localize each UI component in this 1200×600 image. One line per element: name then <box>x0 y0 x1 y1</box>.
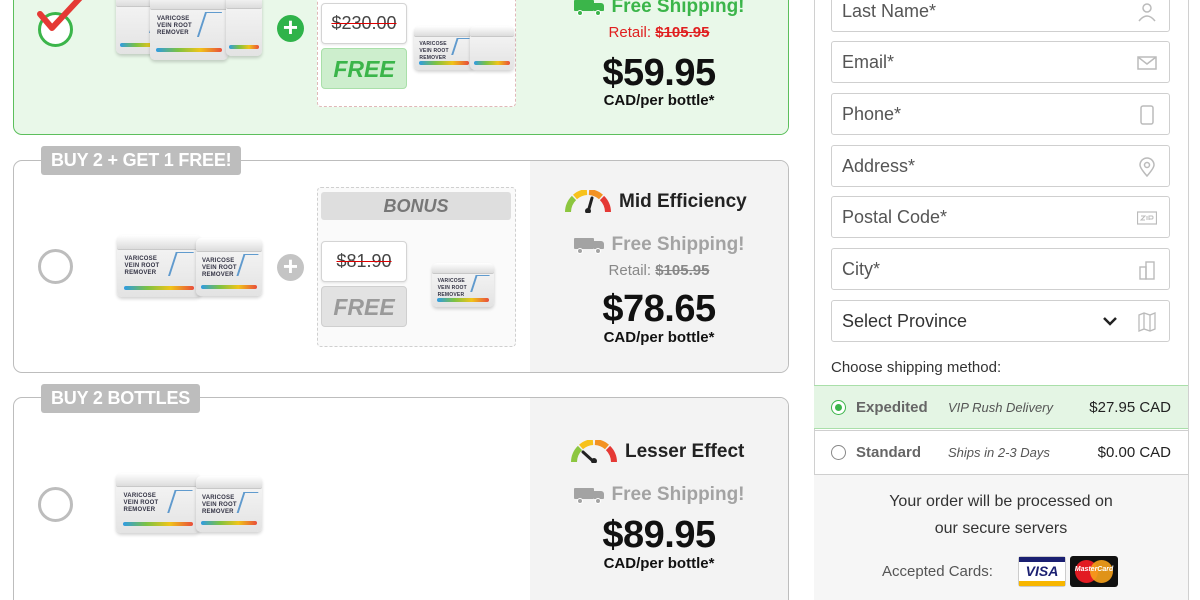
gauge-icon <box>571 440 617 463</box>
bonus-jar: VARICOSE VEIN ROOT REMOVER <box>432 263 494 307</box>
package-tab: BUY 2 BOTTLES <box>41 384 201 413</box>
city-field <box>831 248 1170 290</box>
map-icon <box>1138 312 1156 332</box>
package-price: $78.65 <box>602 288 716 330</box>
shipping-method-title: Choose shipping method: <box>831 359 1002 376</box>
phone-icon <box>1140 105 1154 125</box>
last-name-input[interactable] <box>832 0 1122 31</box>
truck-icon <box>573 0 606 16</box>
retail-value: $105.95 <box>655 262 710 279</box>
free-label: FREE <box>321 286 407 327</box>
accepted-cards-label: Accepted Cards: <box>882 563 993 580</box>
retail-label: Retail: <box>608 262 652 279</box>
last-name-field <box>831 0 1170 32</box>
visa-text: VISA <box>1025 563 1059 579</box>
phone-input[interactable] <box>832 94 1122 134</box>
shipping-text: Free Shipping! <box>611 234 745 255</box>
city-input[interactable] <box>832 249 1122 289</box>
truck-icon <box>573 487 606 504</box>
phone-field <box>831 93 1170 135</box>
mastercard-text: MasterCard <box>1074 566 1114 573</box>
product-jar: VARICOSE VEIN ROOT REMOVER <box>150 0 228 60</box>
panel-divider <box>1188 0 1189 600</box>
shipping-name: Standard <box>856 444 922 461</box>
shipping-note: Free Shipping! <box>530 484 788 506</box>
shipping-price: $27.95 CAD <box>1089 398 1171 416</box>
shipping-name: Expedited <box>856 398 928 416</box>
package-2-radio[interactable] <box>38 249 73 284</box>
checkmark-icon <box>37 0 83 31</box>
secure-order-box: Your order will be processed on our secu… <box>814 474 1188 600</box>
bonus-header: BONUS <box>321 192 511 220</box>
shipping-note: Free Shipping! <box>530 0 788 18</box>
retail-value: $105.95 <box>655 24 710 41</box>
per-bottle: CAD/per bottle* <box>603 329 715 346</box>
mastercard-icon: MasterCard <box>1070 556 1118 587</box>
per-bottle: CAD/per bottle* <box>603 555 715 572</box>
user-icon <box>1138 3 1156 22</box>
product-jar: VARICOSE VEIN ROOT REMOVER <box>196 476 262 532</box>
shipping-option-expedited[interactable]: Expedited VIP Rush Delivery $27.95 CAD <box>814 385 1188 429</box>
shipping-note: Free Shipping! <box>530 234 788 256</box>
retail-price: Retail: $105.95 <box>530 262 788 279</box>
map-pin-icon <box>1139 157 1155 177</box>
shipping-desc: Ships in 2-3 Days <box>948 445 1050 460</box>
secure-text-line-1: Your order will be processed on <box>889 493 1113 510</box>
truck-icon <box>573 237 606 254</box>
plus-icon: + <box>277 14 304 42</box>
gauge-icon <box>565 190 611 213</box>
email-input[interactable] <box>832 42 1122 82</box>
retail-price: Retail: $105.95 <box>530 24 788 41</box>
product-jar: VARICOSE VEIN ROOT REMOVER <box>196 238 262 296</box>
old-price: $230.00 <box>321 3 407 44</box>
shipping-radio[interactable] <box>831 445 846 460</box>
address-field <box>831 145 1170 187</box>
package-price: $59.95 <box>602 52 716 94</box>
efficiency-label: Mid Efficiency <box>565 190 747 213</box>
postal-code-input[interactable] <box>832 197 1122 237</box>
product-jar: VARICOSE VEIN ROOT REMOVER <box>116 473 200 533</box>
plus-icon: + <box>277 253 304 281</box>
visa-card-icon: VISA <box>1018 556 1066 587</box>
shipping-option-standard[interactable]: Standard Ships in 2-3 Days $0.00 CAD <box>814 430 1188 474</box>
package-3-radio[interactable] <box>38 487 73 522</box>
chevron-down-icon <box>1103 317 1117 326</box>
email-field <box>831 41 1170 83</box>
per-bottle: CAD/per bottle* <box>603 92 715 109</box>
postal-code-field <box>831 196 1170 238</box>
shipping-price: $0.00 CAD <box>1097 444 1171 461</box>
shipping-desc: VIP Rush Delivery <box>948 399 1053 415</box>
package-price: $89.95 <box>602 514 716 556</box>
efficiency-text: Mid Efficiency <box>619 190 747 212</box>
efficiency-text: Lesser Effect <box>625 440 745 462</box>
efficiency-label: Lesser Effect <box>571 440 744 463</box>
building-icon <box>1139 261 1155 280</box>
secure-text-line-2: our secure servers <box>934 520 1068 537</box>
zip-icon <box>1137 211 1157 225</box>
product-jar <box>226 0 262 56</box>
address-input[interactable] <box>832 146 1122 186</box>
bonus-jar: VARICOSE VEIN ROOT REMOVER <box>414 26 474 70</box>
retail-label: Retail: <box>608 24 652 41</box>
free-label: FREE <box>321 48 407 89</box>
envelope-icon <box>1137 56 1157 70</box>
shipping-text: Free Shipping! <box>611 0 745 17</box>
product-jar: VARICOSE VEIN ROOT REMOVER <box>117 235 201 297</box>
old-price: $81.90 <box>321 241 407 282</box>
shipping-radio[interactable] <box>831 399 846 415</box>
shipping-text: Free Shipping! <box>611 484 745 505</box>
bonus-jar <box>470 26 514 70</box>
package-tab: BUY 2 + GET 1 FREE! <box>41 146 242 175</box>
province-select[interactable]: Select Province <box>831 300 1170 342</box>
province-select-value: Select Province <box>842 311 968 331</box>
